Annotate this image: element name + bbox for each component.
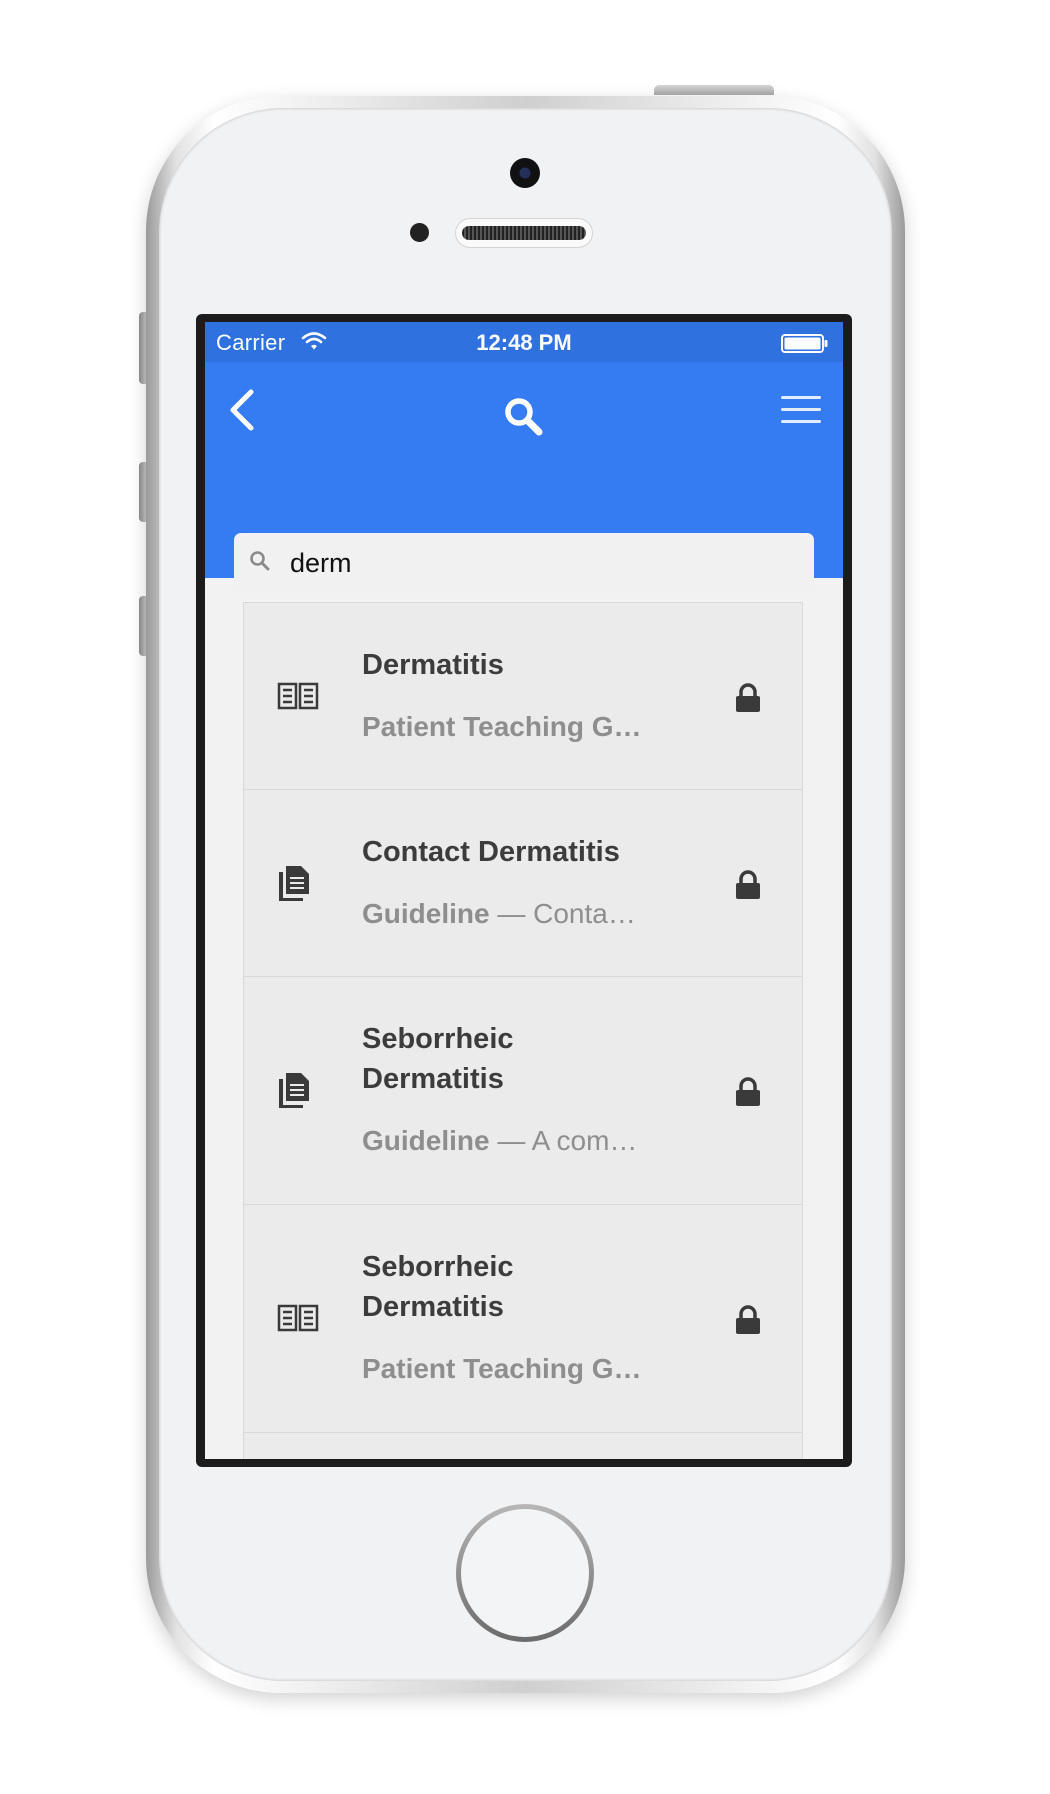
result-separator: — (489, 898, 534, 929)
result-title-line: Seborrheic (362, 1251, 514, 1283)
status-time: 12:48 PM (476, 330, 572, 355)
front-camera (510, 158, 540, 188)
search-icon (505, 398, 543, 436)
hamburger-menu-icon (781, 396, 821, 423)
document-icon (279, 1073, 309, 1108)
result-kind: Guideline (362, 898, 490, 929)
result-subtitle: Patient Teaching G… (362, 709, 642, 745)
status-bar: Carrier 12:48 PM (205, 322, 843, 362)
home-button[interactable] (456, 1504, 594, 1642)
result-title: Dermatitis (362, 645, 504, 685)
menu-button[interactable] (779, 392, 823, 428)
result-title: Seborrheic Dermatitis (362, 1247, 514, 1327)
result-subtitle: Guideline — A com… (362, 1123, 637, 1159)
result-title-line: Dermatitis (362, 1063, 504, 1095)
chevron-left-icon (230, 389, 254, 431)
lock-icon (736, 1077, 760, 1106)
lock-icon (736, 1305, 760, 1334)
result-title: Seborrheic Dermatitis (362, 1019, 514, 1099)
result-separator: — (489, 1125, 532, 1156)
search-input[interactable] (290, 543, 790, 583)
back-button[interactable] (223, 388, 263, 432)
result-subtitle: Patient Teaching G… (362, 1351, 642, 1387)
result-row[interactable]: Contact Dermatitis Guideline — Conta… (243, 789, 803, 977)
search-field[interactable] (234, 533, 814, 592)
result-row[interactable] (243, 1432, 803, 1459)
result-kind: Patient Teaching G… (362, 1353, 642, 1384)
result-title-line: Dermatitis (362, 1291, 504, 1323)
result-title-line: Contact Dermatitis (362, 836, 620, 868)
earpiece-speaker (456, 219, 592, 247)
device-mockup: Carrier 12:48 PM derm Dermatitis Patient… (0, 0, 1050, 1794)
lock-icon (736, 683, 760, 712)
result-row[interactable]: Seborrheic Dermatitis Guideline — A com… (243, 976, 803, 1205)
proximity-sensor (410, 223, 429, 242)
book-icon (277, 1304, 319, 1332)
result-row[interactable]: Dermatitis Patient Teaching G… (243, 602, 803, 790)
result-kind: Guideline (362, 1125, 490, 1156)
result-snippet: Conta… (533, 898, 636, 929)
search-icon (250, 551, 270, 571)
results-list: Dermatitis Patient Teaching G… Contact D… (243, 602, 803, 1459)
app-screen: Carrier 12:48 PM derm Dermatitis Patient… (205, 322, 843, 1459)
result-snippet: A com… (531, 1125, 638, 1156)
power-button (654, 85, 774, 95)
navigation-bar (205, 362, 843, 592)
result-title: Contact Dermatitis (362, 832, 620, 872)
book-icon (277, 682, 319, 710)
document-icon (279, 866, 309, 901)
result-row[interactable]: Seborrheic Dermatitis Patient Teaching G… (243, 1204, 803, 1433)
battery-icon (781, 334, 828, 353)
result-title-line: Seborrheic (362, 1023, 514, 1055)
lock-icon (736, 870, 760, 899)
result-title-line: Dermatitis (362, 649, 504, 681)
result-kind: Patient Teaching G… (362, 711, 642, 742)
result-subtitle: Guideline — Conta… (362, 896, 636, 932)
